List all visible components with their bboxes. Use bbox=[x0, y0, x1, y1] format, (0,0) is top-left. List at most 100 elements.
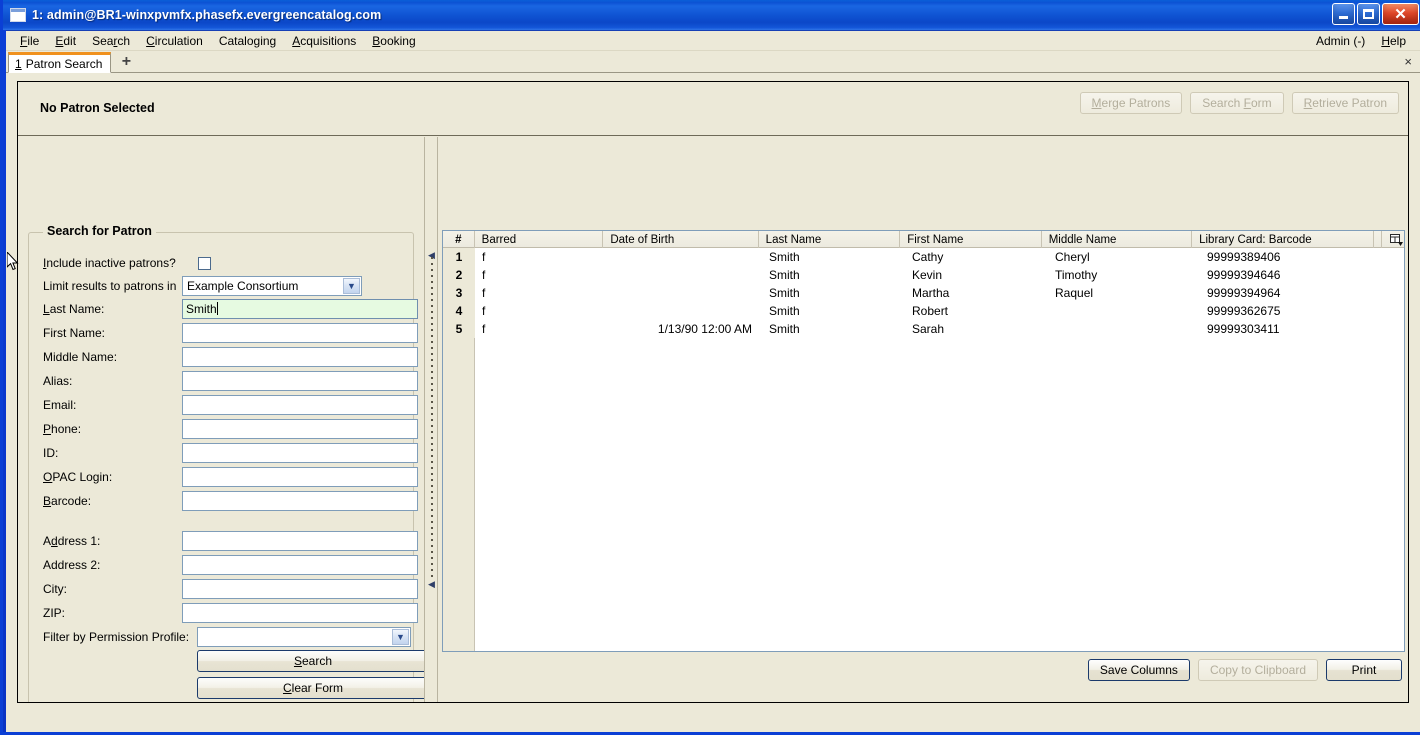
address2-input[interactable] bbox=[182, 555, 418, 575]
email-label: Email: bbox=[43, 398, 77, 412]
include-inactive-checkbox[interactable] bbox=[198, 256, 211, 270]
alias-input[interactable] bbox=[182, 371, 418, 391]
include-inactive-label: Include inactive patrons? bbox=[43, 256, 176, 270]
panel-splitter[interactable]: ◀ ◀ bbox=[424, 137, 438, 702]
menu-acquisitions[interactable]: Acquisitions bbox=[284, 32, 364, 50]
email-input[interactable] bbox=[182, 395, 418, 415]
new-tab-button[interactable]: + bbox=[114, 51, 138, 72]
retrieve-patron-button[interactable]: Retrieve Patron bbox=[1291, 92, 1399, 114]
cell-num: 5 bbox=[443, 320, 475, 338]
menu-file[interactable]: File bbox=[12, 32, 47, 50]
close-button[interactable]: ✕ bbox=[1382, 3, 1419, 25]
last-name-label: Last Name: bbox=[43, 302, 105, 316]
cell-filler bbox=[1382, 320, 1404, 338]
close-tab-button[interactable]: × bbox=[1404, 54, 1412, 69]
opac-login-input[interactable] bbox=[182, 467, 418, 487]
id-label: ID: bbox=[43, 446, 59, 460]
table-row[interactable]: 1 f Smith Cathy Cheryl 99999389406 bbox=[443, 248, 1404, 266]
menu-booking[interactable]: Booking bbox=[364, 32, 423, 50]
patron-status-label: No Patron Selected bbox=[40, 101, 155, 115]
alias-label: Alias: bbox=[43, 374, 73, 388]
menu-search[interactable]: Search bbox=[84, 32, 138, 50]
menu-edit[interactable]: Edit bbox=[47, 32, 84, 50]
limit-results-select[interactable]: Example Consortium ▼ bbox=[182, 276, 362, 296]
application-window: 1: admin@BR1-winxpvmfx.phasefx.evergreen… bbox=[0, 0, 1420, 735]
chevron-down-icon: ▼ bbox=[343, 278, 360, 294]
column-header-barcode[interactable]: Library Card: Barcode bbox=[1192, 231, 1375, 248]
field-row-barcode: Barcode: bbox=[29, 489, 418, 513]
menu-circulation[interactable]: Circulation bbox=[138, 32, 211, 50]
address1-input[interactable] bbox=[182, 531, 418, 551]
column-header-first-name[interactable]: First Name bbox=[900, 231, 1042, 248]
splitter-collapse-left-icon-2[interactable]: ◀ bbox=[428, 580, 436, 589]
minimize-button[interactable] bbox=[1332, 3, 1355, 25]
close-icon: ✕ bbox=[1394, 5, 1407, 23]
field-row-city: City: bbox=[29, 577, 418, 601]
first-name-input[interactable] bbox=[182, 323, 418, 343]
column-header-filler bbox=[1374, 231, 1383, 248]
menu-bar-right: Admin (-) Help bbox=[1308, 31, 1414, 51]
cell-first_name: Cathy bbox=[912, 250, 944, 264]
permission-profile-select[interactable]: ▼ bbox=[197, 627, 411, 647]
table-row[interactable]: 5 f 1/13/90 12:00 AM Smith Sarah 99999303411 bbox=[443, 320, 1404, 338]
chevron-down-icon: ▼ bbox=[392, 629, 409, 645]
tab-patron-search[interactable]: 1 Patron Search bbox=[8, 52, 112, 73]
barcode-input[interactable] bbox=[182, 491, 418, 511]
last-name-input[interactable]: Smith bbox=[182, 299, 418, 319]
merge-patrons-button[interactable]: Merge Patrons bbox=[1079, 92, 1183, 114]
limit-results-label: Limit results to patrons in bbox=[43, 279, 177, 293]
maximize-button[interactable] bbox=[1357, 3, 1380, 25]
address1-label: Address 1: bbox=[43, 534, 101, 548]
column-header-dob[interactable]: Date of Birth bbox=[603, 231, 759, 248]
cell-dob: 1/13/90 12:00 AM bbox=[657, 322, 752, 336]
phone-input[interactable] bbox=[182, 419, 418, 439]
cell-dob bbox=[605, 284, 762, 302]
tab-label: Patron Search bbox=[25, 56, 103, 71]
menu-admin[interactable]: Admin (-) bbox=[1308, 32, 1373, 50]
zip-input[interactable] bbox=[182, 603, 418, 623]
middle-name-label: Middle Name: bbox=[43, 350, 118, 364]
table-row[interactable]: 2 f Smith Kevin Timothy 99999394646 bbox=[443, 266, 1404, 284]
city-input[interactable] bbox=[182, 579, 418, 599]
cell-barcode: 99999394964 bbox=[1207, 286, 1281, 300]
main-content: No Patron Selected Merge Patrons Search … bbox=[17, 81, 1409, 703]
table-row[interactable]: 4 f Smith Robert 99999362675 bbox=[443, 302, 1404, 320]
cell-barred: f bbox=[482, 250, 486, 264]
cell-filler bbox=[1382, 284, 1404, 302]
search-for-patron-group: Search for Patron Include inactive patro… bbox=[28, 224, 429, 702]
column-header-number[interactable]: # bbox=[443, 231, 475, 248]
cell-first_name: Martha bbox=[912, 286, 950, 300]
menu-file-label-rest: ile bbox=[27, 33, 40, 48]
client-area: File Edit Search Circulation Cataloging … bbox=[6, 30, 1420, 732]
menu-help[interactable]: Help bbox=[1373, 32, 1414, 50]
field-row-opac-login: OPAC Login: bbox=[29, 465, 418, 489]
cell-filler bbox=[1382, 266, 1404, 284]
copy-to-clipboard-button[interactable]: Copy to Clipboard bbox=[1197, 659, 1318, 681]
tab-index: 1 bbox=[15, 56, 22, 71]
menu-cataloging[interactable]: Cataloging bbox=[211, 32, 284, 50]
zip-label: ZIP: bbox=[43, 606, 66, 620]
cell-first_name: Robert bbox=[912, 304, 949, 318]
cell-last_name: Smith bbox=[769, 286, 800, 300]
print-button[interactable]: Print bbox=[1326, 659, 1402, 681]
column-header-barred[interactable]: Barred bbox=[475, 231, 604, 248]
table-row[interactable]: 3 f Smith Martha Raquel 99999394964 bbox=[443, 284, 1404, 302]
patron-summary-header: No Patron Selected Merge Patrons Search … bbox=[18, 82, 1408, 136]
clear-form-button[interactable]: Clear Form bbox=[197, 677, 429, 699]
cell-last_name: Smith bbox=[769, 304, 800, 318]
search-button[interactable]: Search bbox=[197, 650, 429, 672]
results-grid: # Barred Date of Birth Last Name First N… bbox=[442, 230, 1405, 652]
cell-middle_name bbox=[1048, 320, 1200, 338]
cell-middle_name: Timothy bbox=[1055, 268, 1098, 282]
column-picker-icon[interactable] bbox=[1382, 231, 1404, 248]
search-form-button[interactable]: Search Form bbox=[1190, 92, 1284, 114]
save-columns-button[interactable]: Save Columns bbox=[1087, 659, 1190, 681]
column-header-middle-name[interactable]: Middle Name bbox=[1042, 231, 1193, 248]
id-input[interactable] bbox=[182, 443, 418, 463]
text-caret bbox=[216, 302, 218, 315]
cell-barred: f bbox=[482, 268, 486, 282]
column-header-last-name[interactable]: Last Name bbox=[759, 231, 901, 248]
cell-dob bbox=[605, 266, 762, 284]
middle-name-input[interactable] bbox=[182, 347, 418, 367]
cell-dob bbox=[605, 302, 762, 320]
